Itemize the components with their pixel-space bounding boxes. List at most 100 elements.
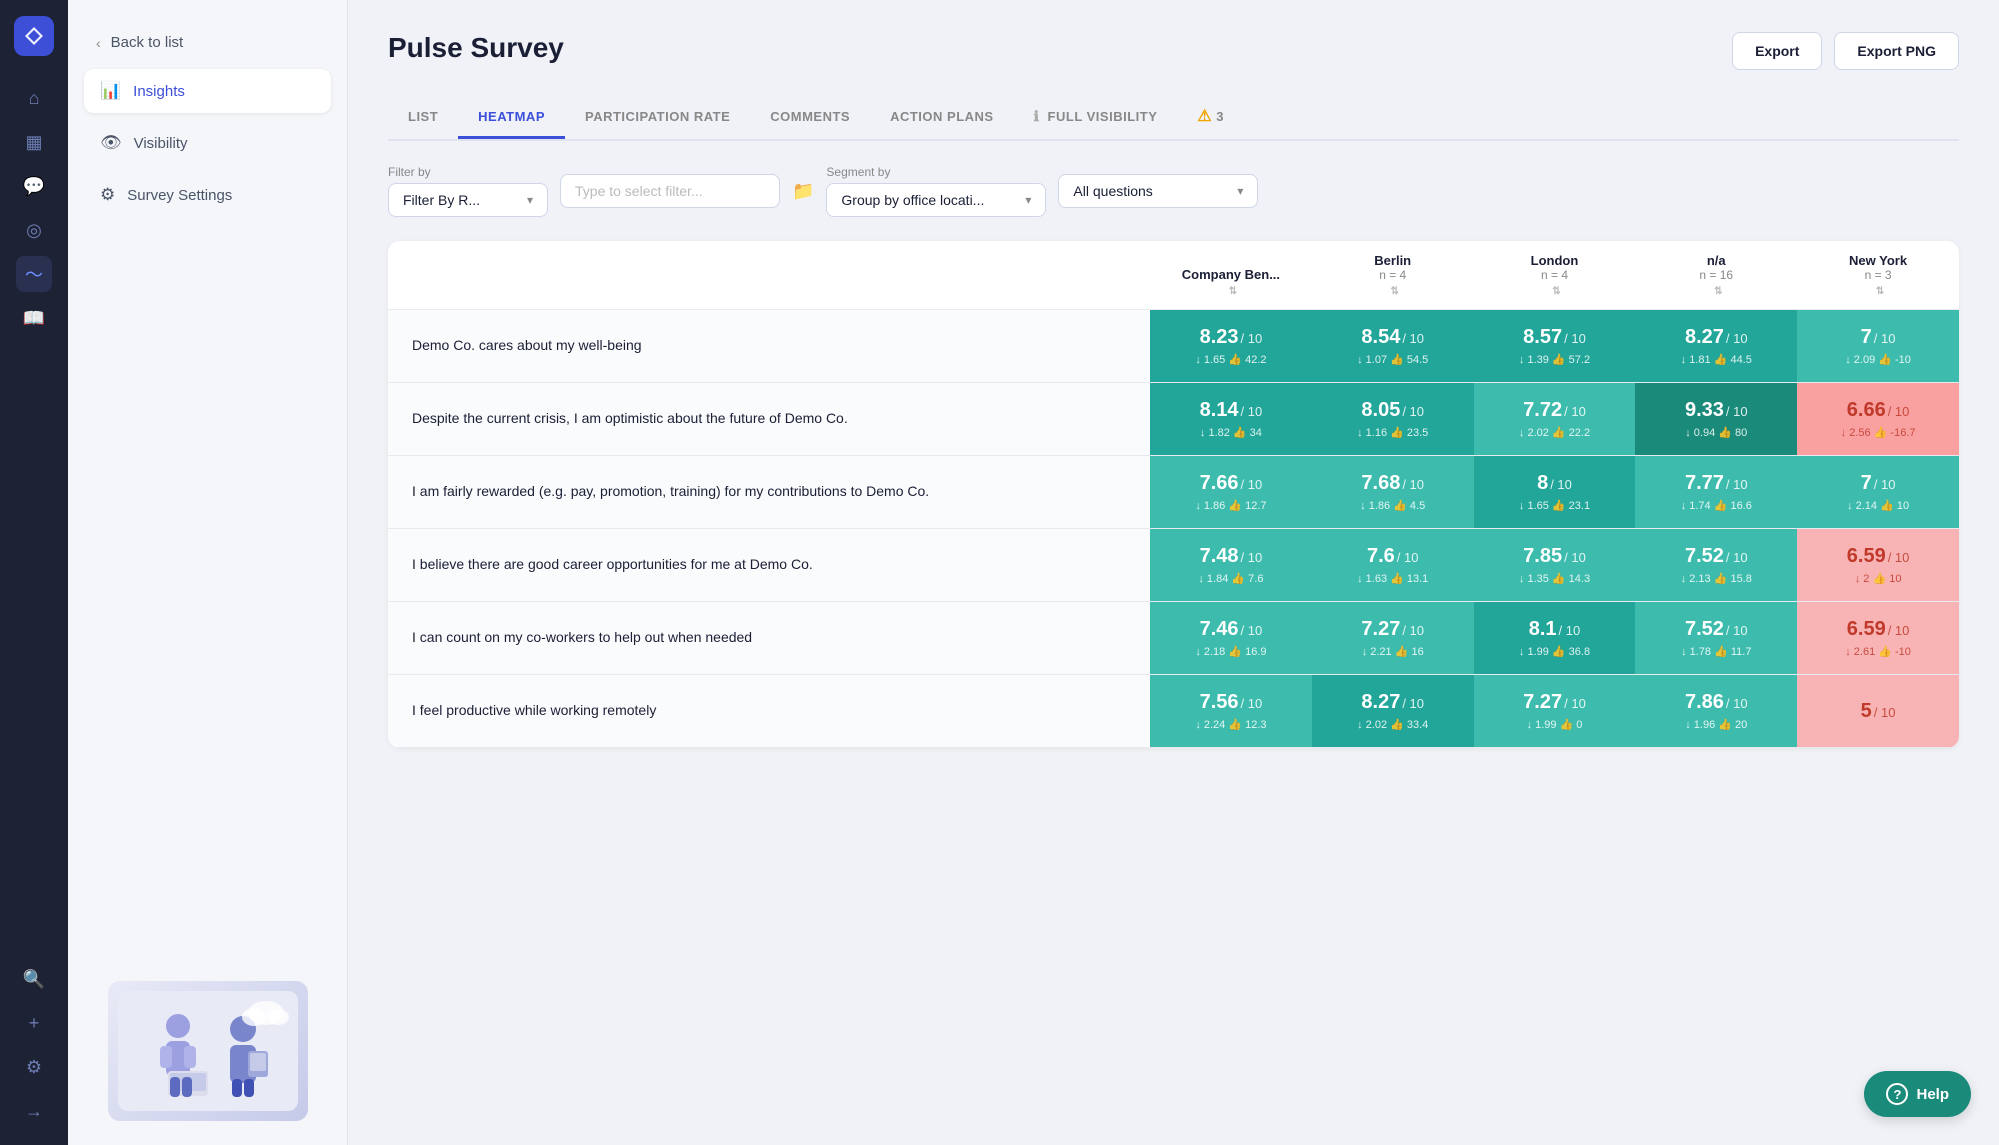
score-cell-2-1[interactable]: 7.68/ 10↓ 1.86 👍 4.5: [1312, 456, 1474, 529]
score-denom-3-2: / 10: [1564, 550, 1586, 565]
score-cell-3-3[interactable]: 7.52/ 10↓ 2.13 👍 15.8: [1635, 529, 1797, 602]
segment-by-label: Segment by: [826, 165, 1046, 179]
export-png-button[interactable]: Export PNG: [1834, 32, 1959, 70]
score-denom-4-1: / 10: [1402, 623, 1424, 638]
tab-action-plans[interactable]: ACTION PLANS: [870, 97, 1014, 139]
export-button[interactable]: Export: [1732, 32, 1822, 70]
score-cell-1-4[interactable]: 6.66/ 10↓ 2.56 👍 -16.7: [1797, 383, 1959, 456]
tab-warnings[interactable]: ⚠ 3: [1177, 94, 1244, 141]
score-sub-1-4: ↓ 2.56 👍 -16.7: [1841, 426, 1916, 439]
score-cell-5-4[interactable]: 5/ 10: [1797, 675, 1959, 748]
score-value-3-3: 7.52: [1685, 545, 1724, 568]
score-cell-0-1[interactable]: 8.54/ 10↓ 1.07 👍 54.5: [1312, 310, 1474, 383]
score-cell-5-0[interactable]: 7.56/ 10↓ 2.24 👍 12.3: [1150, 675, 1312, 748]
score-cell-5-3[interactable]: 7.86/ 10↓ 1.96 👍 20: [1635, 675, 1797, 748]
score-denom-3-0: / 10: [1241, 550, 1263, 565]
berlin-col-sub: n = 4: [1322, 268, 1464, 282]
tab-comments[interactable]: COMMENTS: [750, 97, 870, 139]
london-sort-icon: ⇅: [1552, 286, 1560, 297]
help-icon: ?: [1886, 1083, 1908, 1105]
score-denom-2-0: / 10: [1241, 477, 1263, 492]
nav-chat-icon[interactable]: 💬: [16, 168, 52, 204]
score-cell-3-1[interactable]: 7.6/ 10↓ 1.63 👍 13.1: [1312, 529, 1474, 602]
segment-by-select[interactable]: Group by office locati... ▾: [826, 183, 1046, 217]
score-cell-4-1[interactable]: 7.27/ 10↓ 2.21 👍 16: [1312, 602, 1474, 675]
score-cell-4-3[interactable]: 7.52/ 10↓ 1.78 👍 11.7: [1635, 602, 1797, 675]
filter-by-select[interactable]: Filter By R... ▾: [388, 183, 548, 217]
tab-list[interactable]: LIST: [388, 97, 458, 139]
score-denom-2-3: / 10: [1726, 477, 1748, 492]
score-cell-4-4[interactable]: 6.59/ 10↓ 2.61 👍 -10: [1797, 602, 1959, 675]
illustration-image: [108, 981, 308, 1121]
score-cell-5-2[interactable]: 7.27/ 10↓ 1.99 👍 0: [1474, 675, 1636, 748]
score-denom-1-0: / 10: [1241, 404, 1263, 419]
tab-heatmap[interactable]: HEATMAP: [458, 97, 565, 139]
score-cell-2-3[interactable]: 7.77/ 10↓ 1.74 👍 16.6: [1635, 456, 1797, 529]
tab-full-visibility[interactable]: ℹ FULL VISIBILITY: [1014, 96, 1178, 140]
score-cell-5-1[interactable]: 8.27/ 10↓ 2.02 👍 33.4: [1312, 675, 1474, 748]
folder-icon[interactable]: 📁: [792, 181, 814, 202]
score-cell-0-0[interactable]: 8.23/ 10↓ 1.65 👍 42.2: [1150, 310, 1312, 383]
score-cell-2-0[interactable]: 7.66/ 10↓ 1.86 👍 12.7: [1150, 456, 1312, 529]
score-cell-1-0[interactable]: 8.14/ 10↓ 1.82 👍 34: [1150, 383, 1312, 456]
na-col-name: n/a: [1645, 253, 1787, 268]
nav-logo[interactable]: [14, 16, 54, 56]
score-cell-2-4[interactable]: 7/ 10↓ 2.14 👍 10: [1797, 456, 1959, 529]
table-row: Despite the current crisis, I am optimis…: [388, 383, 1959, 456]
london-col-sub: n = 4: [1484, 268, 1626, 282]
sidebar-item-visibility[interactable]: 👁 Visibility: [84, 121, 331, 165]
sidebar-item-insights[interactable]: 📊 Insights: [84, 69, 331, 113]
score-denom-3-3: / 10: [1726, 550, 1748, 565]
score-cell-1-3[interactable]: 9.33/ 10↓ 0.94 👍 80: [1635, 383, 1797, 456]
nav-calendar-icon[interactable]: ▦: [16, 124, 52, 160]
col-header-na[interactable]: n/a n = 16 ⇅: [1635, 241, 1797, 310]
na-col-sub: n = 16: [1645, 268, 1787, 282]
nav-home-icon[interactable]: ⌂: [16, 80, 52, 116]
help-button[interactable]: ? Help: [1864, 1071, 1971, 1117]
score-value-4-2: 8.1: [1529, 618, 1557, 641]
score-cell-0-4[interactable]: 7/ 10↓ 2.09 👍 -10: [1797, 310, 1959, 383]
score-cell-0-3[interactable]: 8.27/ 10↓ 1.81 👍 44.5: [1635, 310, 1797, 383]
score-cell-1-2[interactable]: 7.72/ 10↓ 2.02 👍 22.2: [1474, 383, 1636, 456]
nav-logout-icon[interactable]: →: [16, 1093, 52, 1129]
col-header-company[interactable]: Company Ben... ⇅: [1150, 241, 1312, 310]
score-cell-3-0[interactable]: 7.48/ 10↓ 1.84 👍 7.6: [1150, 529, 1312, 602]
score-denom-0-0: / 10: [1241, 331, 1263, 346]
col-header-london[interactable]: London n = 4 ⇅: [1474, 241, 1636, 310]
back-to-list-link[interactable]: ‹ Back to list: [84, 24, 331, 61]
filter-by-group: Filter by Filter By R... ▾: [388, 165, 548, 217]
newyork-col-sub: n = 3: [1807, 268, 1949, 282]
score-denom-2-2: / 10: [1550, 477, 1572, 492]
score-sub-3-4: ↓ 2 👍 10: [1855, 572, 1902, 585]
filter-text-input[interactable]: Type to select filter...: [560, 174, 780, 208]
score-denom-1-4: / 10: [1888, 404, 1910, 419]
score-cell-3-2[interactable]: 7.85/ 10↓ 1.35 👍 14.3: [1474, 529, 1636, 602]
score-value-4-1: 7.27: [1361, 618, 1400, 641]
tab-participation-rate[interactable]: PARTICIPATION RATE: [565, 97, 750, 139]
score-sub-2-1: ↓ 1.86 👍 4.5: [1360, 499, 1425, 512]
questions-select[interactable]: All questions ▾: [1058, 174, 1258, 208]
col-header-newyork[interactable]: New York n = 3 ⇅: [1797, 241, 1959, 310]
nav-settings-icon[interactable]: ⚙: [16, 1049, 52, 1085]
nav-book-icon[interactable]: 📖: [16, 300, 52, 336]
sidebar-item-survey-settings[interactable]: ⚙ Survey Settings: [84, 173, 331, 217]
score-sub-5-2: ↓ 1.99 👍 0: [1527, 718, 1583, 731]
score-denom-3-4: / 10: [1888, 550, 1910, 565]
score-cell-0-2[interactable]: 8.57/ 10↓ 1.39 👍 57.2: [1474, 310, 1636, 383]
score-cell-4-2[interactable]: 8.1/ 10↓ 1.99 👍 36.8: [1474, 602, 1636, 675]
nav-search-icon[interactable]: 🔍: [16, 961, 52, 997]
nav-pulse-icon[interactable]: 〜: [16, 256, 52, 292]
score-value-0-4: 7: [1861, 326, 1872, 349]
score-cell-1-1[interactable]: 8.05/ 10↓ 1.16 👍 23.5: [1312, 383, 1474, 456]
nav-target-icon[interactable]: ◎: [16, 212, 52, 248]
col-header-berlin[interactable]: Berlin n = 4 ⇅: [1312, 241, 1474, 310]
score-cell-3-4[interactable]: 6.59/ 10↓ 2 👍 10: [1797, 529, 1959, 602]
score-denom-4-4: / 10: [1888, 623, 1910, 638]
score-value-3-1: 7.6: [1367, 545, 1395, 568]
score-cell-2-2[interactable]: 8/ 10↓ 1.65 👍 23.1: [1474, 456, 1636, 529]
score-denom-0-1: / 10: [1402, 331, 1424, 346]
score-sub-1-3: ↓ 0.94 👍 80: [1685, 426, 1747, 439]
score-cell-4-0[interactable]: 7.46/ 10↓ 2.18 👍 16.9: [1150, 602, 1312, 675]
nav-plus-icon[interactable]: +: [16, 1005, 52, 1041]
score-sub-0-3: ↓ 1.81 👍 44.5: [1681, 353, 1752, 366]
